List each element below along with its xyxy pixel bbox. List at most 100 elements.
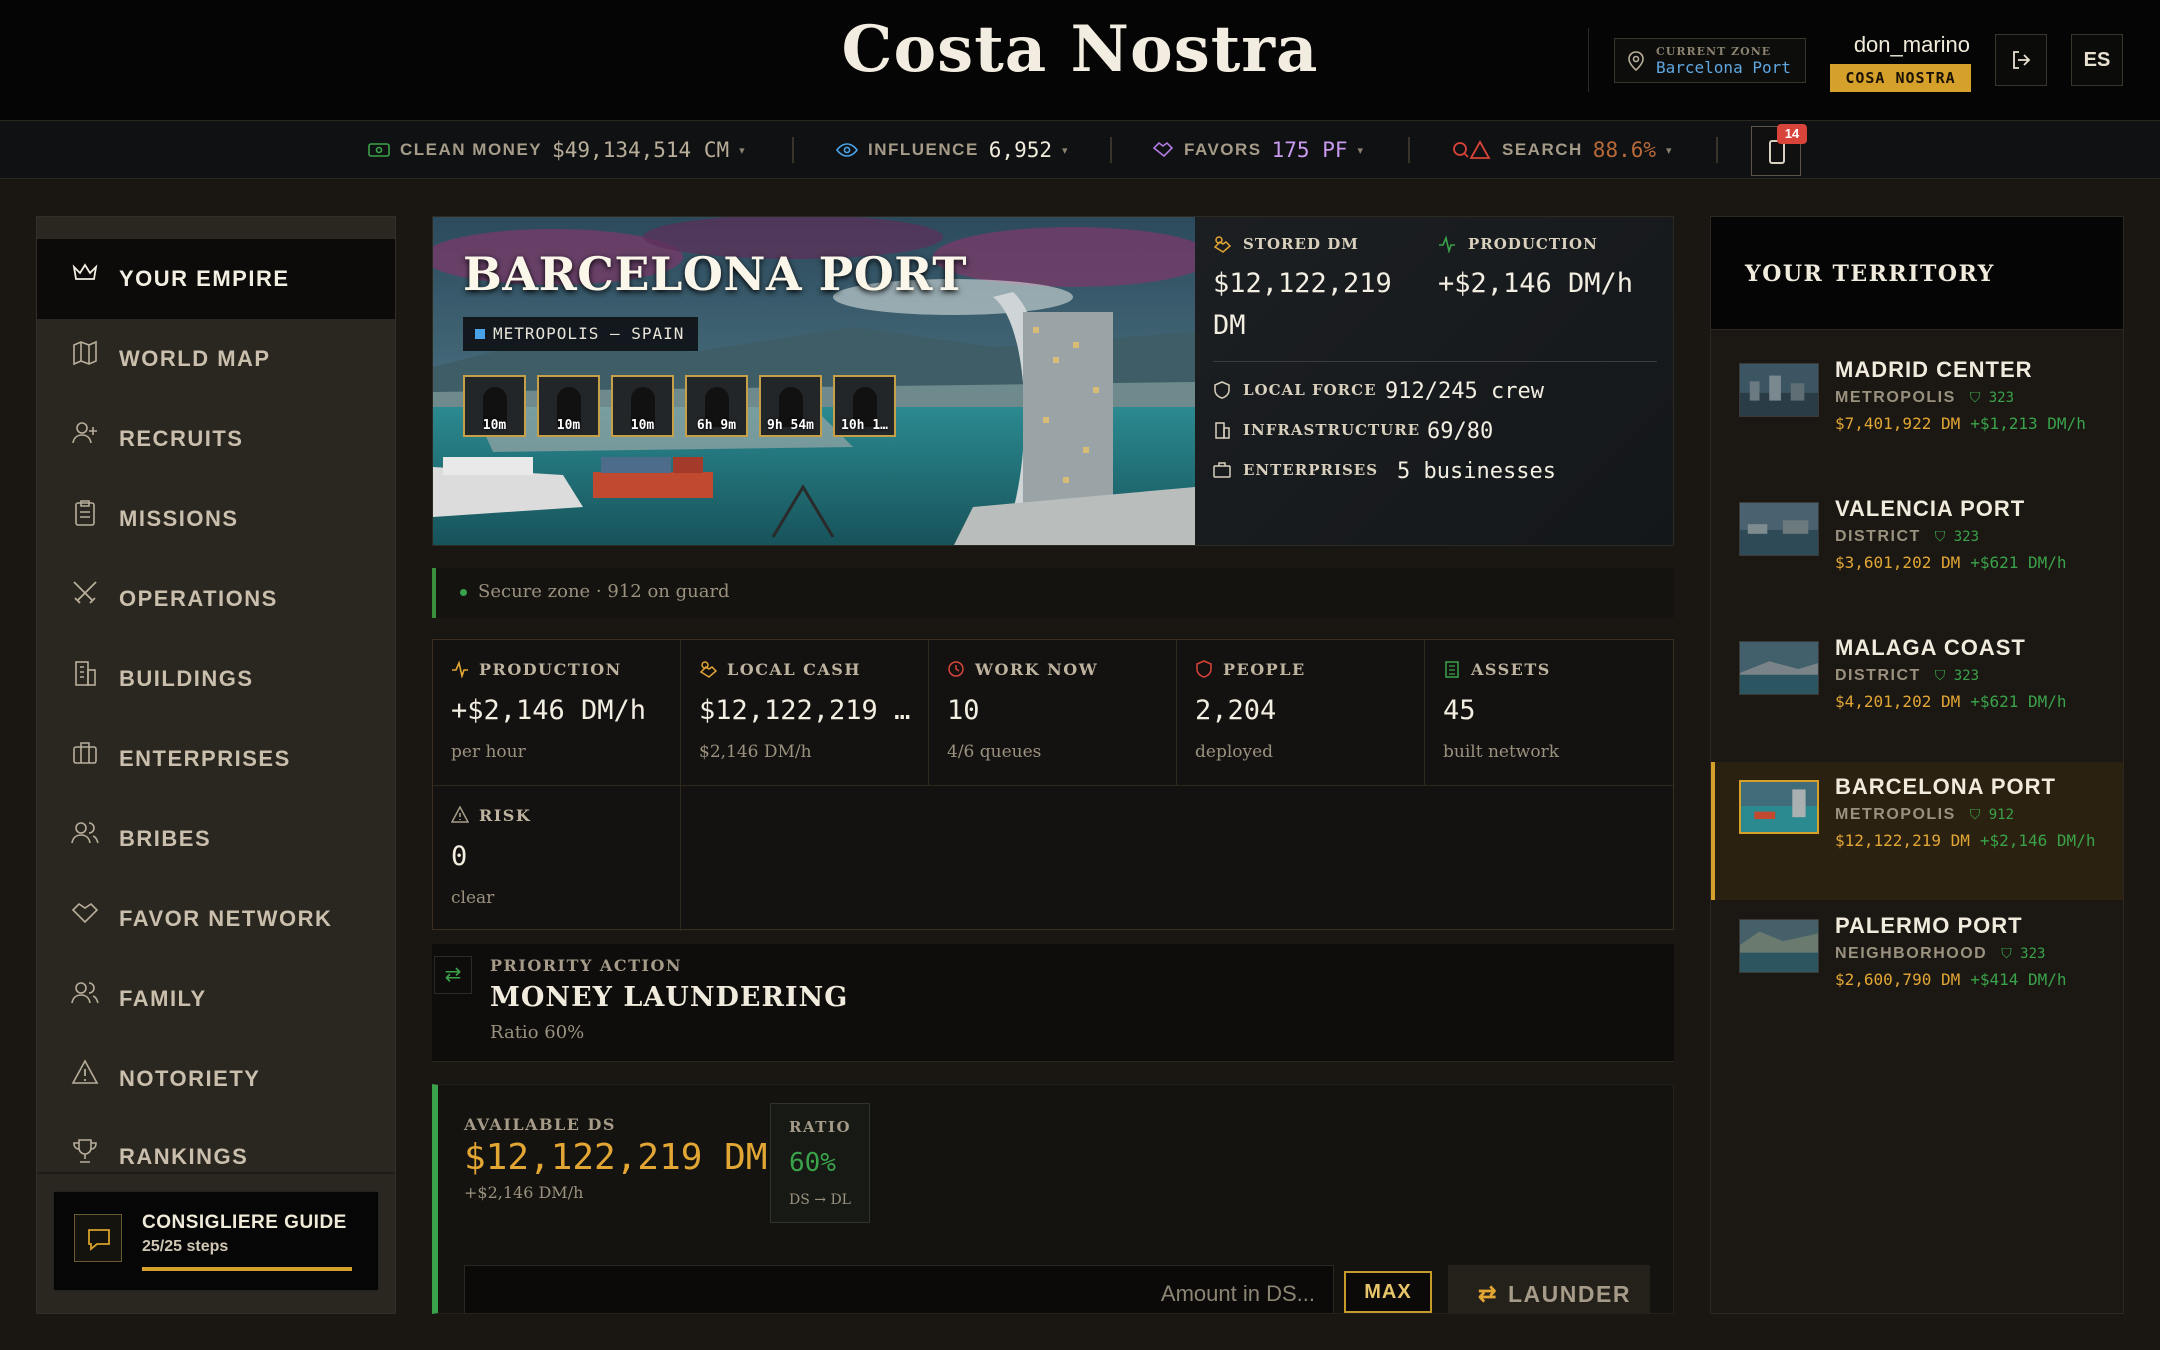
chevron-down-icon: ▾ [1357,144,1364,157]
territory-thumbnail [1739,363,1819,417]
territory-kind-label: NEIGHBORHOOD [1835,945,1988,962]
territory-guard: ⛉ 912 [1969,807,2015,823]
current-zone-indicator[interactable]: CURRENT ZONE Barcelona Port [1614,38,1806,83]
guide-title: CONSIGLIERE GUIDE [142,1212,347,1233]
sidebar-item-favor-network[interactable]: FAVOR NETWORK [37,879,395,959]
zone-value: Barcelona Port [1656,58,1791,77]
sidebar-item-label: WORLD MAP [119,346,271,371]
territory-guard-value: 323 [1953,668,1980,684]
territory-production: +$1,213 DM/h [1970,414,2086,433]
family-badge: COSA NOSTRA [1830,64,1971,92]
username[interactable]: don_marino [1840,32,1970,58]
clipboard-icon [75,500,95,526]
timer-label: 10m [556,418,581,433]
sidebar-item-notoriety[interactable]: NOTORIETY [37,1039,395,1119]
sidebar-item-family[interactable]: FAMILY [37,959,395,1039]
metric-risk: RISK 0 clear [433,786,681,931]
sidebar-item-label: OPERATIONS [119,586,278,611]
amount-input[interactable]: Amount in DS... [464,1265,1334,1313]
users-icon [71,982,99,1004]
sidebar-item-operations[interactable]: OPERATIONS [37,559,395,639]
launder-panel: AVAILABLE DS $12,122,219 DM +$2,146 DM/h… [432,1084,1674,1314]
crew-timer-thumbnail[interactable]: 10m [611,375,674,437]
territory-thumbnail [1739,919,1819,973]
clean-money-label: CLEAN MONEY [400,140,543,159]
search-resource[interactable]: SEARCH 88.6% ▾ [1452,121,1672,179]
territory-item-malaga-coast[interactable]: MALAGA COAST DISTRICT ⛉ 323 $4,201,202 DM… [1711,623,2123,761]
chat-icon [88,1229,110,1251]
max-button[interactable]: MAX [1344,1271,1432,1313]
influence-value: 6,952 [988,138,1052,162]
shield-icon [1214,381,1230,399]
chevron-down-icon: ▾ [1062,144,1068,157]
territory-name: VALENCIA PORT [1835,496,2026,521]
crew-timer-thumbnail[interactable]: 6h 9m [685,375,748,437]
consigliere-guide[interactable]: CONSIGLIERE GUIDE 25/25 steps [53,1191,379,1291]
stored-label: STORED DM [1243,235,1359,253]
logout-button[interactable] [1995,34,2047,86]
territory-thumbnail [1739,641,1819,695]
launder-button[interactable]: ⇄ LAUNDER [1448,1265,1650,1313]
territory-kind: NEIGHBORHOOD ⛉ 323 [1835,945,2045,963]
infrastructure-label: INFRASTRUCTURE [1243,421,1421,439]
clean-money-resource[interactable]: CLEAN MONEY $49,134,514 CM ▾ [368,121,745,179]
influence-resource[interactable]: INFLUENCE 6,952 ▾ [836,121,1068,179]
metrics-grid: PRODUCTION +$2,146 DM/h per hour LOCAL C… [432,639,1675,931]
exchange-icon: ⇄ [1478,1281,1498,1306]
ratio-box: RATIO 60% DS → DL [770,1103,870,1223]
sidebar-item-recruits[interactable]: RECRUITS [37,399,395,479]
territory-item-barcelona-port[interactable]: BARCELONA PORT METROPOLIS ⛉ 912 $12,122,2… [1711,762,2123,900]
users-icon [71,822,99,844]
sidebar-item-enterprises[interactable]: ENTERPRISES [37,719,395,799]
zone-hero: BARCELONA PORT METROPOLIS — SPAIN 10m 10… [432,216,1674,546]
territory-item-valencia-port[interactable]: VALENCIA PORT DISTRICT ⛉ 323 $3,601,202 D… [1711,484,2123,622]
sidebar-item-rankings[interactable]: RANKINGS [37,1117,395,1197]
briefcase-icon [73,742,97,764]
clean-money-value: $49,134,514 CM [552,138,730,162]
crew-timer-thumbnail[interactable]: 10m [463,375,526,437]
territory-guard: ⛉ 323 [2001,946,2046,962]
metric-people: PEOPLE 2,204 deployed [1177,640,1425,786]
influence-label: INFLUENCE [868,140,979,159]
territory-money: $2,600,790 DM +$414 DM/h [1835,970,2067,989]
logout-icon [2013,51,2031,69]
sidebar-item-missions[interactable]: MISSIONS [37,479,395,559]
building-icon [75,661,96,686]
metric-value: 45 [1443,695,1476,726]
favors-resource[interactable]: FAVORS 175 PF ▾ [1152,121,1363,179]
language-button[interactable]: ES [2071,34,2123,86]
sidebar-item-bribes[interactable]: BRIBES [37,799,395,879]
territory-kind-label: DISTRICT [1835,667,1921,684]
crew-timer-thumbnail[interactable]: 10h 1… [833,375,896,437]
territory-money-value: $12,122,219 DM [1835,831,1970,850]
crew-timer-thumbnail[interactable]: 9h 54m [759,375,822,437]
timer-label: 10m [630,418,655,433]
resource-bar: CLEAN MONEY $49,134,514 CM ▾ INFLUENCE 6… [0,121,2160,179]
territory-guard: ⛉ 323 [1934,529,1980,545]
pulse-icon [452,660,468,678]
zone-stats-panel: STORED DM $12,122,219 DM PRODUCTION +$2,… [1195,217,1673,545]
sidebar-item-buildings[interactable]: BUILDINGS [37,639,395,719]
territory-item-madrid-center[interactable]: MADRID CENTER METROPOLIS ⛉ 323 $7,401,922… [1711,345,2123,483]
available-value: $12,122,219 DM [464,1137,768,1178]
sidebar-item-your-empire[interactable]: YOUR EMPIRE [37,239,395,319]
territory-kind: DISTRICT ⛉ 323 [1835,667,1979,685]
sidebar-divider [37,1172,395,1174]
metric-value: 10 [947,695,980,726]
timer-label: 6h 9m [696,418,737,433]
metric-sub: $2,146 DM/h [699,742,812,762]
territory-production: +$414 DM/h [1970,970,2067,989]
crew-timer-thumbnail[interactable]: 10m [537,375,600,437]
territory-item-palermo-port[interactable]: PALERMO PORT NEIGHBORHOOD ⛉ 323 $2,600,79… [1711,901,2123,1039]
metric-production: PRODUCTION +$2,146 DM/h per hour [433,640,681,786]
territory-money-value: $4,201,202 DM [1835,692,1961,711]
metric-value: 2,204 [1195,695,1277,726]
sidebar-item-world-map[interactable]: WORLD MAP [37,319,395,399]
resource-separator [1110,137,1112,163]
metric-sub: built network [1443,742,1559,762]
handshake-icon [71,902,99,924]
favors-label: FAVORS [1184,140,1262,159]
sidebar-item-label: FAVOR NETWORK [119,906,333,931]
priority-action[interactable]: ⇄ PRIORITY ACTION MONEY LAUNDERING Ratio… [432,944,1674,1062]
chevron-down-icon: ▾ [1666,144,1672,157]
